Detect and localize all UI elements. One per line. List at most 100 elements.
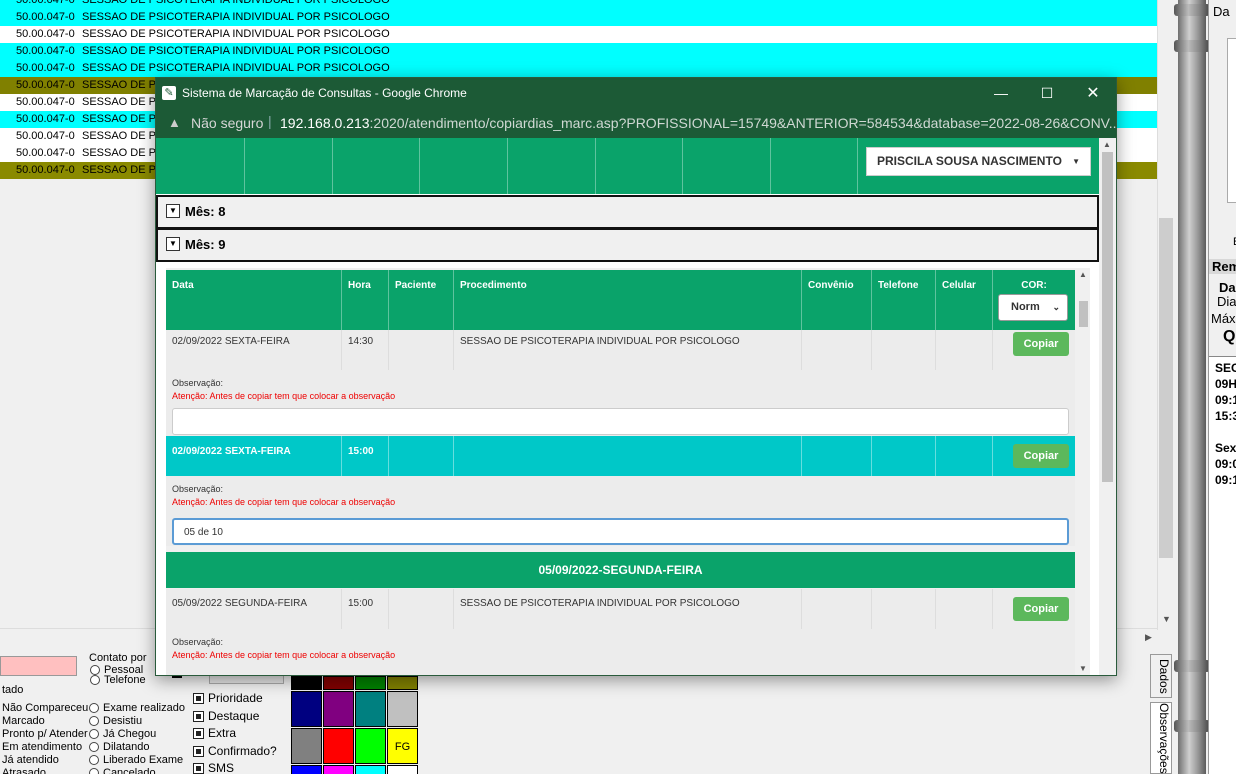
tab-dados[interactable]: Dados bbox=[1150, 654, 1172, 698]
list-row[interactable]: 50.00.047-0 SESSAO DE PSICOTERAPIA INDIVI… bbox=[0, 9, 1157, 26]
observation-block: Observação: Atenção: Antes de copiar tem… bbox=[166, 476, 1075, 546]
row-description: SESSAO DE PSICOTERAPIA INDIVIDUAL POR PS… bbox=[82, 62, 390, 74]
url-path: :2020/atendimento/copiardias_marc.asp?PR… bbox=[369, 115, 1117, 131]
copy-button[interactable]: Copiar bbox=[1013, 444, 1069, 468]
option-checkbox[interactable] bbox=[193, 710, 204, 722]
color-swatch[interactable] bbox=[291, 728, 322, 764]
header-divider bbox=[507, 138, 508, 194]
scroll-thumb[interactable] bbox=[1079, 301, 1088, 327]
status-radio-label: Exame realizado bbox=[103, 702, 185, 714]
color-swatch[interactable] bbox=[323, 676, 354, 690]
tab-observacoes[interactable]: Observações bbox=[1150, 702, 1172, 774]
warning-icon: ▲ bbox=[168, 115, 181, 130]
minimize-icon[interactable]: — bbox=[978, 78, 1024, 109]
color-field[interactable] bbox=[0, 656, 77, 676]
month-row-8[interactable]: ▼ Mês: 8 bbox=[156, 195, 1099, 229]
copy-button[interactable]: Copiar bbox=[1013, 332, 1069, 356]
status-radio[interactable] bbox=[89, 755, 99, 765]
option-checkbox[interactable] bbox=[193, 745, 204, 757]
scroll-down-icon[interactable]: ▼ bbox=[1162, 614, 1171, 624]
status-radio[interactable] bbox=[89, 729, 99, 739]
slot-telefone bbox=[872, 330, 936, 370]
color-swatch[interactable] bbox=[355, 691, 386, 727]
status-option[interactable]: Pronto p/ Atender bbox=[2, 728, 88, 740]
list-row[interactable]: 50.00.047-0 SESSAO DE PSICOTERAPIA INDIVI… bbox=[0, 43, 1157, 60]
status-option[interactable]: Atrasado bbox=[2, 767, 46, 774]
scroll-down-icon[interactable]: ▼ bbox=[1079, 664, 1087, 673]
option-checkbox[interactable] bbox=[193, 693, 204, 704]
address-bar[interactable]: ▲ Não seguro | 192.168.0.213:2020/atendi… bbox=[156, 109, 1116, 138]
scroll-thumb[interactable] bbox=[1159, 218, 1173, 558]
status-option[interactable]: Não Compareceu bbox=[2, 702, 88, 714]
color-swatch[interactable] bbox=[387, 676, 418, 690]
list-row[interactable]: 50.00.047-0 SESSAO DE PSICOTERAPIA INDIVI… bbox=[0, 26, 1157, 43]
color-swatch[interactable] bbox=[291, 676, 322, 690]
color-swatch[interactable]: FG bbox=[387, 728, 418, 764]
status-radio[interactable] bbox=[89, 703, 99, 713]
row-description: SESSAO DE PS bbox=[82, 79, 164, 91]
page-scrollbar[interactable]: ▲ bbox=[1099, 138, 1116, 675]
color-swatch[interactable] bbox=[355, 728, 386, 764]
expand-toggle-icon[interactable]: ▼ bbox=[166, 237, 180, 251]
color-swatch[interactable] bbox=[355, 765, 386, 774]
slot-convenio bbox=[802, 330, 872, 370]
status-radio[interactable] bbox=[89, 742, 99, 752]
color-swatch[interactable] bbox=[387, 765, 418, 774]
row-code: 50.00.047-0 bbox=[16, 45, 75, 57]
list-row[interactable]: 50.00.047-0 SESSAO DE PSICOTERAPIA INDIVI… bbox=[0, 0, 1157, 9]
status-option[interactable]: Já atendido bbox=[2, 754, 59, 766]
month-row-9[interactable]: ▼ Mês: 9 bbox=[156, 228, 1099, 262]
list-vertical-scrollbar[interactable]: ▼ bbox=[1157, 0, 1174, 630]
slot-convenio bbox=[802, 589, 872, 629]
copy-button[interactable]: Copiar bbox=[1013, 597, 1069, 621]
color-swatch[interactable] bbox=[291, 765, 322, 774]
color-swatch[interactable] bbox=[291, 691, 322, 727]
row-description: SESSAO DE PS bbox=[82, 96, 164, 108]
right-panel-line: 09:1 bbox=[1215, 393, 1236, 407]
right-panel-max: Máx bbox=[1211, 311, 1236, 326]
status-radio-label: Dilatando bbox=[103, 741, 150, 753]
option-checkbox[interactable] bbox=[193, 728, 204, 739]
color-swatch[interactable] bbox=[323, 728, 354, 764]
color-palette[interactable]: FG bbox=[291, 676, 419, 774]
maximize-icon[interactable]: ☐ bbox=[1024, 78, 1070, 109]
color-swatch[interactable] bbox=[323, 691, 354, 727]
observation-label: Observação: bbox=[172, 637, 224, 647]
contato-label: Contato por bbox=[89, 652, 147, 664]
status-radio[interactable] bbox=[89, 716, 99, 726]
table-row: 02/09/2022 SEXTA-FEIRA 14:30 SESSAO DE P… bbox=[166, 330, 1075, 370]
observation-input[interactable] bbox=[172, 408, 1069, 435]
window-titlebar[interactable]: ✎ Sistema de Marcação de Consultas - Goo… bbox=[156, 78, 1116, 109]
scroll-up-icon[interactable]: ▲ bbox=[1079, 270, 1087, 279]
inner-scrollbar[interactable]: ▲ ▼ bbox=[1076, 268, 1090, 675]
scroll-right-icon[interactable]: ▶ bbox=[1145, 632, 1152, 643]
observation-input[interactable]: 05 de 10 bbox=[172, 518, 1069, 545]
expand-toggle-icon[interactable]: ▼ bbox=[166, 204, 180, 218]
list-row[interactable]: 50.00.047-0 SESSAO DE PSICOTERAPIA INDIVI… bbox=[0, 60, 1157, 77]
option-checkbox[interactable] bbox=[193, 763, 204, 774]
month-label: Mês: 8 bbox=[185, 204, 226, 219]
right-panel: Da E Rem Da Dia Máx Q SEC09H09:115:3Sex0… bbox=[1208, 0, 1236, 774]
right-panel-line: Sex bbox=[1215, 441, 1236, 455]
status-radio[interactable] bbox=[89, 768, 99, 774]
color-swatch[interactable] bbox=[355, 676, 386, 690]
scroll-thumb[interactable] bbox=[1102, 152, 1113, 482]
color-swatch[interactable] bbox=[323, 765, 354, 774]
status-option[interactable]: Em atendimento bbox=[2, 741, 82, 753]
slot-procedure: SESSAO DE PSICOTERAPIA INDIVIDUAL POR PS… bbox=[454, 330, 802, 370]
close-icon[interactable]: ✕ bbox=[1070, 78, 1116, 109]
status-option[interactable]: Marcado bbox=[2, 715, 45, 727]
professional-select[interactable]: PRISCILA SOUSA NASCIMENTO ▼ bbox=[866, 147, 1091, 176]
scroll-up-icon[interactable]: ▲ bbox=[1103, 140, 1111, 149]
row-description: SESSAO DE PS bbox=[82, 113, 164, 125]
header-divider bbox=[332, 138, 333, 194]
row-code: 50.00.047-0 bbox=[16, 79, 75, 91]
radio-telefone[interactable] bbox=[90, 675, 100, 685]
color-swatch[interactable] bbox=[387, 691, 418, 727]
row-description: SESSAO DE PSICOTERAPIA INDIVIDUAL POR PS… bbox=[82, 28, 390, 40]
option-checkbox-label: Confirmado? bbox=[208, 743, 277, 758]
option-checkbox-label: Destaque bbox=[208, 708, 260, 723]
radio-pessoal[interactable] bbox=[90, 665, 100, 675]
color-select[interactable]: Norm ⌄ bbox=[998, 294, 1068, 321]
url-text[interactable]: 192.168.0.213:2020/atendimento/copiardia… bbox=[280, 115, 1117, 131]
